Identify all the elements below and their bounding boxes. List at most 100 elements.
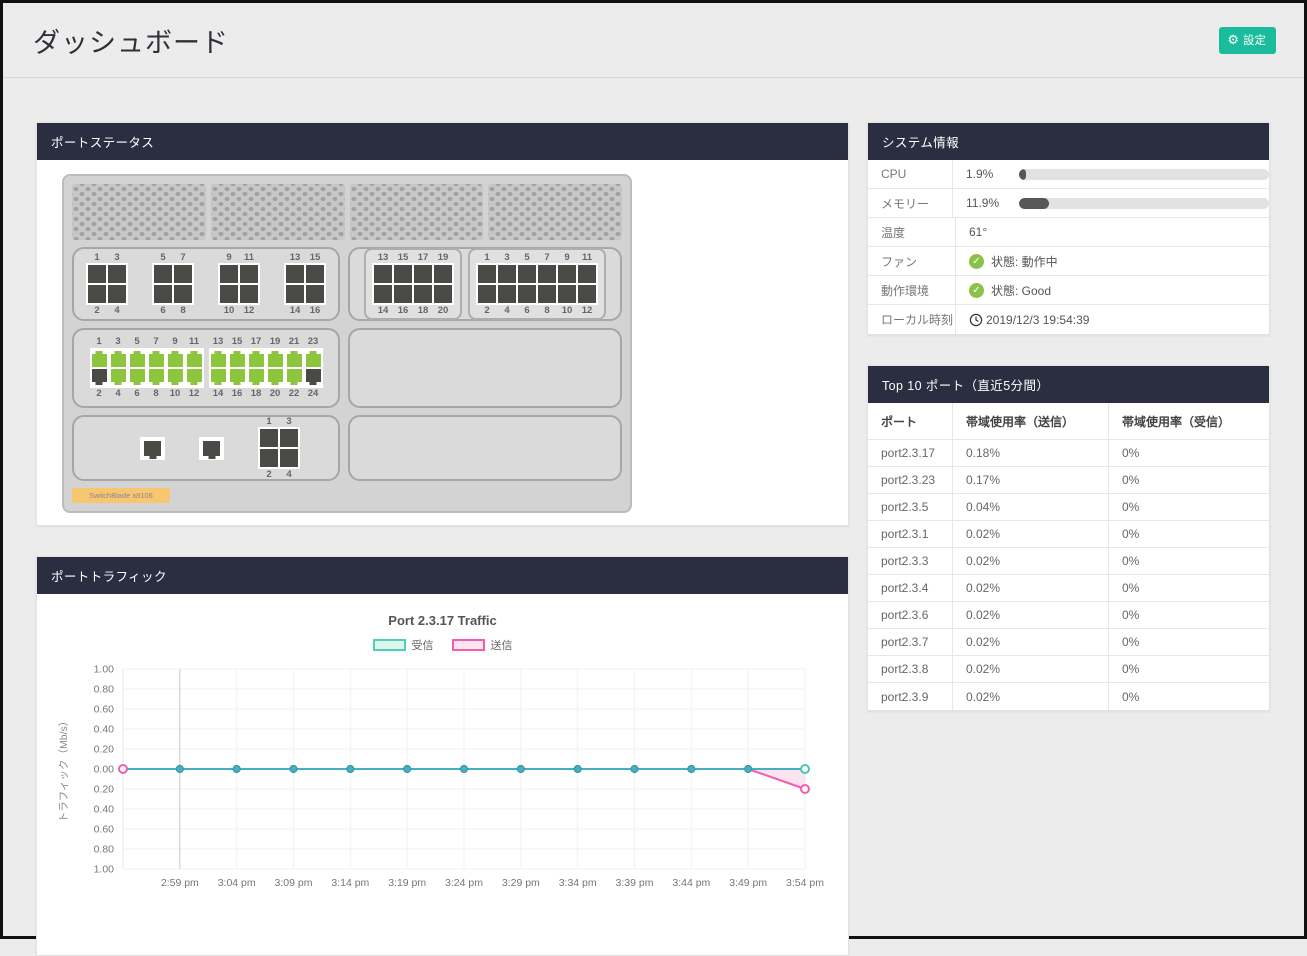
svg-text:トラフィック（Mb/s）: トラフィック（Mb/s） <box>58 716 70 823</box>
top10-port-cell: port2.3.8 <box>868 656 953 682</box>
port-3[interactable] <box>498 265 516 283</box>
port-group: 135791124681012 <box>476 252 598 316</box>
port-11[interactable] <box>240 265 258 283</box>
system-info-panel: システム情報 CPU1.9%メモリー11.9%温度61°ファン✓状態: 動作中動… <box>867 122 1270 335</box>
svg-text:2:59 pm: 2:59 pm <box>161 877 199 889</box>
uplink-port[interactable] <box>203 441 220 456</box>
svg-text:3:49 pm: 3:49 pm <box>729 877 767 889</box>
svg-text:3:04 pm: 3:04 pm <box>218 877 256 889</box>
port-13[interactable] <box>374 265 392 283</box>
svg-text:0.00: 0.00 <box>94 764 115 776</box>
port-13[interactable] <box>286 265 304 283</box>
port-12[interactable] <box>187 369 202 382</box>
port-cell <box>128 348 147 388</box>
port-14[interactable] <box>286 285 304 303</box>
port-24[interactable] <box>306 369 321 382</box>
port-4[interactable] <box>111 369 126 382</box>
port-8[interactable] <box>538 285 556 303</box>
port-10[interactable] <box>558 285 576 303</box>
slot-2-right-empty <box>348 328 622 408</box>
port-15[interactable] <box>394 265 412 283</box>
port-19[interactable] <box>434 265 452 283</box>
port-14[interactable] <box>211 369 226 382</box>
port-1[interactable] <box>260 429 278 447</box>
port-15[interactable] <box>306 265 324 283</box>
settings-button[interactable]: ⚙ 設定 <box>1219 27 1276 54</box>
port-2[interactable] <box>88 285 106 303</box>
port-1[interactable] <box>478 265 496 283</box>
port-17[interactable] <box>249 354 264 367</box>
port-4[interactable] <box>498 285 516 303</box>
port-5[interactable] <box>154 265 172 283</box>
port-17[interactable] <box>414 265 432 283</box>
port-number-row: 68 <box>154 305 192 316</box>
port-21[interactable] <box>287 354 302 367</box>
svg-text:0.40: 0.40 <box>94 724 115 736</box>
port-20[interactable] <box>434 285 452 303</box>
port-14[interactable] <box>374 285 392 303</box>
port-6[interactable] <box>518 285 536 303</box>
legend-item-send[interactable]: 送信 <box>452 637 513 653</box>
port-number: 5 <box>518 252 536 263</box>
port-6[interactable] <box>130 369 145 382</box>
port-10[interactable] <box>168 369 183 382</box>
port-column: 1516 <box>228 336 247 400</box>
port-2[interactable] <box>260 449 278 467</box>
port-8[interactable] <box>174 285 192 303</box>
port-18[interactable] <box>414 285 432 303</box>
port-number: 8 <box>538 305 556 316</box>
traffic-chart[interactable]: 1.000.800.600.400.200.000.200.400.600.80… <box>53 661 832 909</box>
port-number: 15 <box>394 252 412 263</box>
port-7[interactable] <box>174 265 192 283</box>
port-number: 6 <box>154 305 172 316</box>
port-number: 1 <box>88 252 106 263</box>
port-3[interactable] <box>280 429 298 447</box>
uplink-port[interactable] <box>144 441 161 456</box>
port-2[interactable] <box>92 369 107 382</box>
port-20[interactable] <box>268 369 283 382</box>
system-info-value: 2019/12/3 19:54:39 <box>956 305 1269 334</box>
port-16[interactable] <box>230 369 245 382</box>
port-6[interactable] <box>154 285 172 303</box>
port-4[interactable] <box>280 449 298 467</box>
top10-rx-cell: 0% <box>1109 575 1269 601</box>
port-12[interactable] <box>578 285 596 303</box>
port-23[interactable] <box>306 354 321 367</box>
port-4[interactable] <box>108 285 126 303</box>
port-7[interactable] <box>538 265 556 283</box>
port-11[interactable] <box>187 354 202 367</box>
port-12[interactable] <box>240 285 258 303</box>
port-3[interactable] <box>108 265 126 283</box>
port-5[interactable] <box>518 265 536 283</box>
system-info-panel-title: システム情報 <box>868 123 1269 160</box>
port-18[interactable] <box>249 369 264 382</box>
port-number: 18 <box>414 305 432 316</box>
port-cell <box>266 348 285 388</box>
port-9[interactable] <box>558 265 576 283</box>
port-group: 5768 <box>152 252 194 316</box>
legend-item-receive[interactable]: 受信 <box>373 637 434 653</box>
port-9[interactable] <box>220 265 238 283</box>
port-5[interactable] <box>130 354 145 367</box>
port-status-panel: ポートステータス 1324576891110121315141613151719… <box>36 122 849 526</box>
port-11[interactable] <box>578 265 596 283</box>
port-15[interactable] <box>230 354 245 367</box>
system-info-row: ファン✓状態: 動作中 <box>868 247 1269 276</box>
port-9[interactable] <box>168 354 183 367</box>
port-7[interactable] <box>149 354 164 367</box>
port-number: 8 <box>174 305 192 316</box>
port-19[interactable] <box>268 354 283 367</box>
top10-header-row: ポート 帯域使用率（送信） 帯域使用率（受信） <box>868 403 1269 440</box>
port-8[interactable] <box>149 369 164 382</box>
port-13[interactable] <box>211 354 226 367</box>
port-16[interactable] <box>394 285 412 303</box>
port-1[interactable] <box>92 354 107 367</box>
port-16[interactable] <box>306 285 324 303</box>
port-1[interactable] <box>88 265 106 283</box>
system-info-row: 動作環境✓状態: Good <box>868 276 1269 305</box>
port-10[interactable] <box>220 285 238 303</box>
port-2[interactable] <box>478 285 496 303</box>
port-3[interactable] <box>111 354 126 367</box>
port-22[interactable] <box>287 369 302 382</box>
port-cell <box>247 348 266 388</box>
